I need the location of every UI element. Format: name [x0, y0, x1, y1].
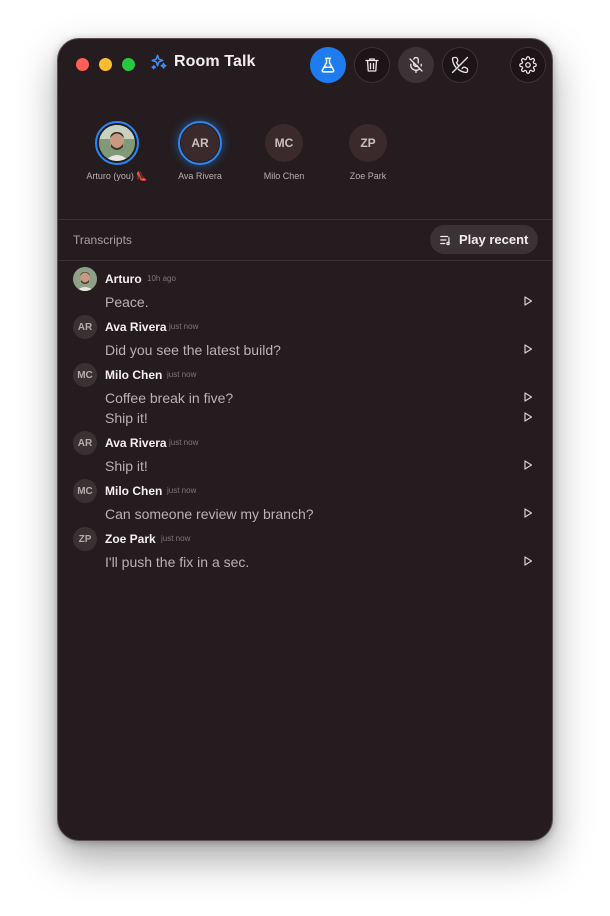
transcript-line: Did you see the latest build?: [58, 339, 552, 359]
transcript-line: Ship it!: [58, 407, 552, 427]
message-text: Ship it!: [105, 458, 148, 474]
participant-name: Ava Rivera: [178, 171, 222, 181]
transcript-line: Can someone review my branch?: [58, 503, 552, 523]
participant-zoe-park[interactable]: ZP Zoe Park: [323, 121, 413, 181]
message-text: Peace.: [105, 294, 149, 310]
list-item: MC Milo Chen just now Coffee break in fi…: [58, 361, 552, 427]
message-text: Did you see the latest build?: [105, 342, 281, 358]
message-author: Ava Rivera: [105, 436, 167, 450]
message-author: Milo Chen: [105, 484, 163, 498]
participant-name: Milo Chen: [263, 171, 305, 181]
transcript-line: I'll push the fix in a sec.: [58, 551, 552, 571]
close-window-button[interactable]: [76, 58, 89, 71]
avatar: MC: [73, 479, 97, 503]
transcripts-header: Transcripts Play recent: [58, 220, 552, 262]
mic-off-icon: [409, 56, 423, 74]
experiment-button[interactable]: [310, 47, 346, 83]
transcript-list: Arturo 10h ago Peace. AR Ava Rivera just…: [58, 265, 552, 571]
list-item: AR Ava Rivera just now Did you see the l…: [58, 313, 552, 359]
message-author: Arturo: [105, 272, 142, 286]
message-text: Coffee break in five?: [105, 390, 234, 406]
participant-ava-rivera[interactable]: AR Ava Rivera: [155, 121, 245, 181]
list-item: MC Milo Chen just now Can someone review…: [58, 477, 552, 523]
participants-row: Arturo (you) 👠 AR Ava Rivera MC Milo Che…: [58, 121, 552, 221]
avatar-initials: ZP: [349, 124, 387, 162]
message-time: just now: [169, 322, 199, 331]
avatar: AR: [73, 431, 97, 455]
playlist-icon: [440, 235, 450, 245]
participant-name: Zoe Park: [349, 171, 387, 181]
play-icon[interactable]: [523, 344, 533, 354]
list-item: Arturo 10h ago Peace.: [58, 265, 552, 311]
play-icon[interactable]: [523, 508, 533, 518]
message-text: I'll push the fix in a sec.: [105, 554, 250, 570]
message-author: Zoe Park: [105, 532, 156, 546]
avatar-initials: MC: [265, 124, 303, 162]
play-icon[interactable]: [523, 556, 533, 566]
app-title: Room Talk: [150, 53, 256, 71]
app-title-text: Room Talk: [174, 53, 256, 70]
message-time: just now: [167, 370, 197, 379]
play-icon[interactable]: [523, 412, 533, 422]
message-time: 10h ago: [147, 274, 176, 283]
play-icon[interactable]: [523, 460, 533, 470]
minimize-window-button[interactable]: [99, 58, 112, 71]
delete-button[interactable]: [354, 47, 390, 83]
transcript-line: Peace.: [58, 291, 552, 311]
zoom-window-button[interactable]: [122, 58, 135, 71]
participant-arturo[interactable]: Arturo (you) 👠: [72, 121, 162, 182]
participant-name: Arturo (you) 👠: [86, 171, 148, 181]
message-author: Ava Rivera: [105, 320, 167, 334]
gear-icon: [519, 56, 537, 74]
avatar: ZP: [346, 121, 390, 165]
message-text: Ship it!: [105, 410, 148, 426]
avatar: [95, 121, 139, 165]
user-photo: [99, 125, 135, 161]
leave-call-button[interactable]: [442, 47, 478, 83]
list-item: AR Ava Rivera just now Ship it!: [58, 429, 552, 475]
phone-off-icon: [451, 56, 469, 74]
transcript-line: Coffee break in five?: [58, 387, 552, 407]
message-author: Milo Chen: [105, 368, 163, 382]
avatar: [73, 267, 97, 291]
list-item: ZP Zoe Park just now I'll push the fix i…: [58, 525, 552, 571]
app-window: Room Talk Arturo (you) 👠 AR Ava Rivera M…: [57, 38, 553, 841]
participant-milo-chen[interactable]: MC Milo Chen: [239, 121, 329, 181]
transcript-line: Ship it!: [58, 455, 552, 475]
avatar-initials: AR: [181, 124, 219, 162]
avatar: ZP: [73, 527, 97, 551]
avatar: MC: [73, 363, 97, 387]
message-text: Can someone review my branch?: [105, 506, 314, 522]
message-time: just now: [167, 486, 197, 495]
play-recent-label: Play recent: [459, 232, 529, 247]
message-time: just now: [161, 534, 191, 543]
title-bar: Room Talk: [58, 39, 552, 91]
settings-button[interactable]: [510, 47, 546, 83]
mute-button[interactable]: [398, 47, 434, 83]
avatar: MC: [262, 121, 306, 165]
avatar: AR: [178, 121, 222, 165]
flask-icon: [321, 57, 335, 73]
avatar: AR: [73, 315, 97, 339]
sparkle-logo-icon: [151, 54, 167, 70]
play-icon[interactable]: [523, 392, 533, 402]
divider: [58, 260, 552, 261]
trash-icon: [365, 58, 379, 72]
play-icon[interactable]: [523, 296, 533, 306]
play-recent-button[interactable]: Play recent: [430, 225, 539, 254]
message-time: just now: [169, 438, 199, 447]
transcripts-label: Transcripts: [73, 233, 132, 247]
